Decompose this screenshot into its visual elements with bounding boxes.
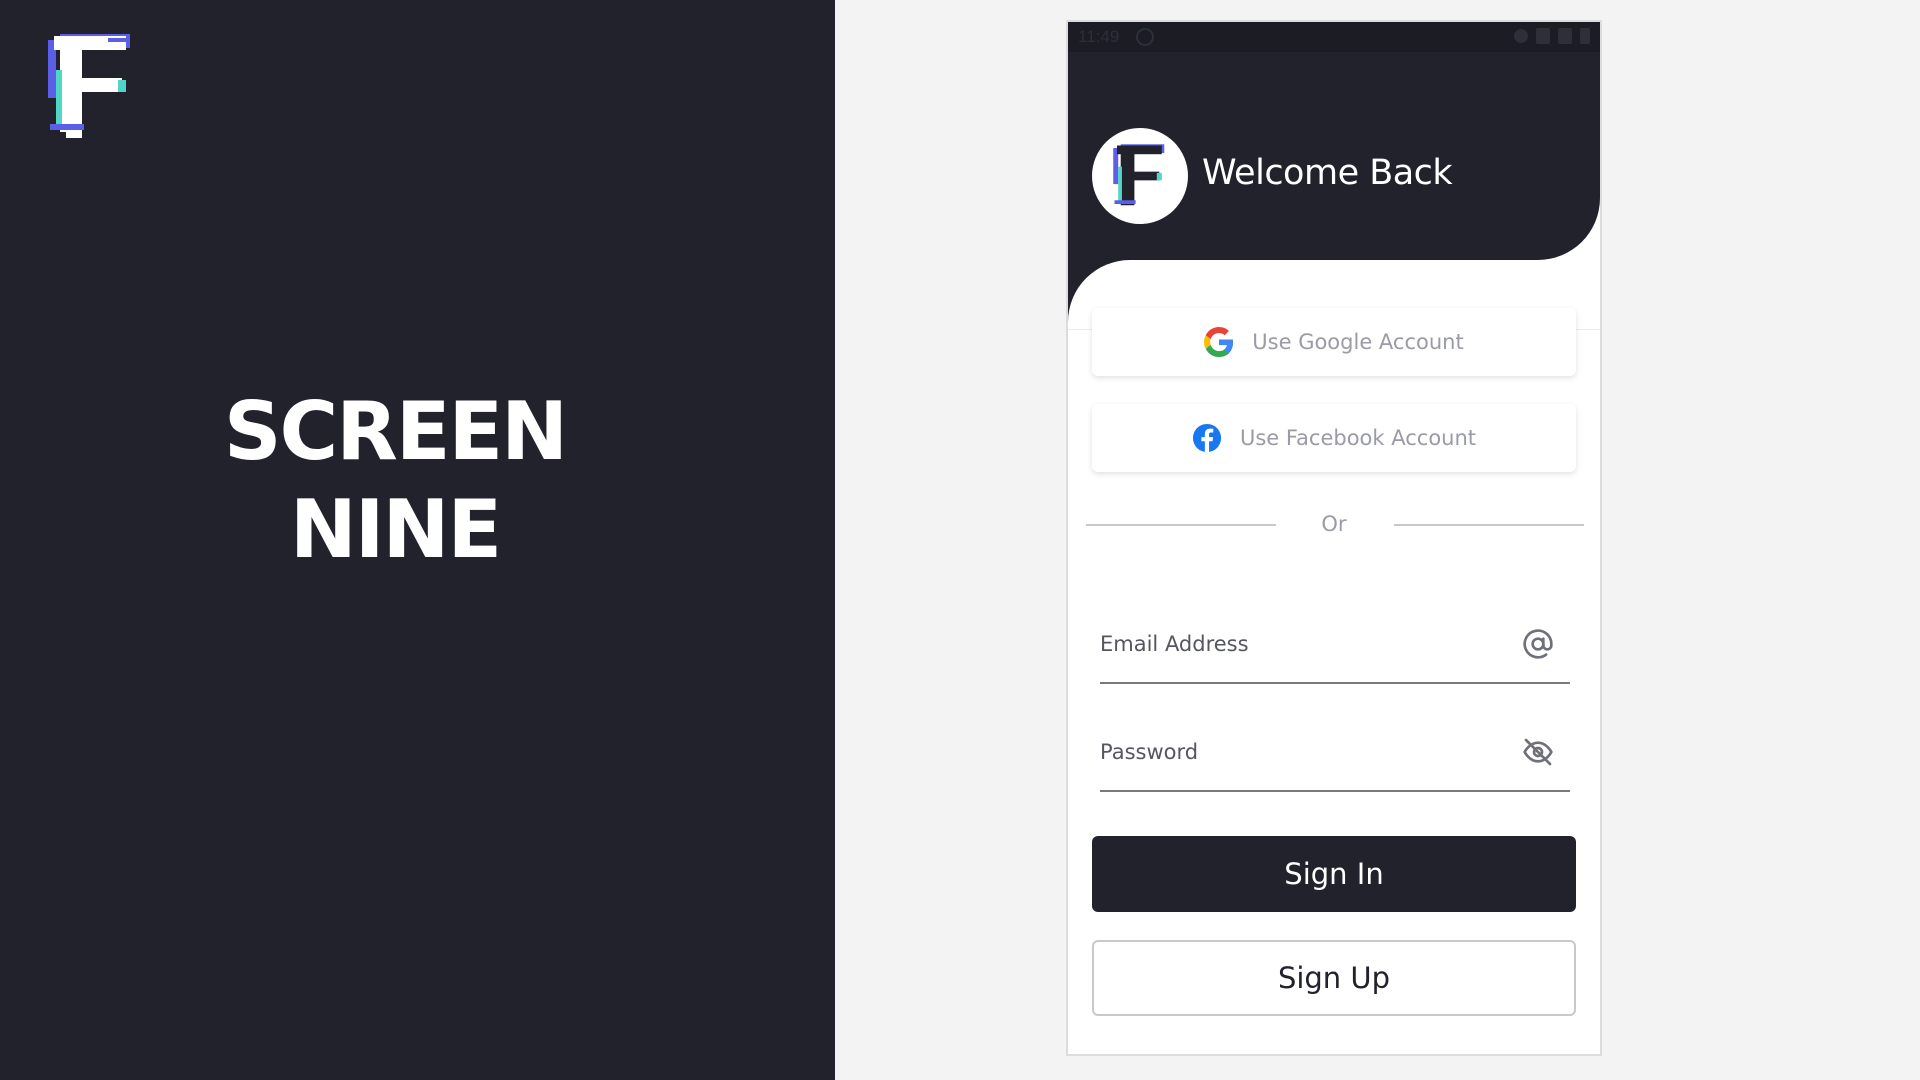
- status-icons: [1514, 28, 1590, 44]
- google-icon: [1204, 327, 1234, 357]
- password-field[interactable]: Password: [1100, 722, 1570, 792]
- welcome-header: Welcome Back: [1068, 52, 1600, 260]
- facebook-signin-label: Use Facebook Account: [1239, 426, 1477, 450]
- google-signin-button[interactable]: Use Google Account: [1092, 308, 1576, 376]
- at-icon: [1523, 629, 1553, 659]
- brand-f-logo-icon: [1113, 144, 1165, 206]
- brand-f-logo-icon: [48, 34, 130, 138]
- facebook-icon: [1192, 423, 1222, 453]
- status-bar: 11:49: [1068, 22, 1600, 52]
- sign-in-button[interactable]: Sign In: [1092, 836, 1576, 912]
- welcome-title: Welcome Back: [1202, 153, 1453, 193]
- battery-icon: [1580, 28, 1590, 44]
- screen-title-line1: SCREEN: [223, 385, 568, 478]
- email-placeholder: Email Address: [1100, 632, 1249, 656]
- divider-line-right: [1394, 524, 1584, 526]
- screen-title-line2: NINE: [289, 483, 502, 576]
- signal-icon: [1558, 28, 1572, 44]
- status-time: 11:49: [1078, 27, 1120, 46]
- facebook-signin-button[interactable]: Use Facebook Account: [1092, 404, 1576, 472]
- password-placeholder: Password: [1100, 740, 1199, 764]
- left-panel: SCREEN NINE: [0, 0, 835, 1080]
- phone-frame: 11:49 Welcome Back Use Google Account Us…: [1066, 20, 1602, 1056]
- email-field[interactable]: Email Address: [1100, 614, 1570, 684]
- eye-off-icon[interactable]: [1522, 736, 1554, 768]
- avatar: [1092, 128, 1188, 224]
- google-signin-label: Use Google Account: [1252, 330, 1464, 354]
- dnd-icon: [1514, 29, 1528, 43]
- sync-icon: [1136, 28, 1154, 46]
- wifi-icon: [1536, 28, 1550, 44]
- screen-title: SCREEN NINE: [0, 383, 790, 579]
- sign-up-button[interactable]: Sign Up: [1092, 940, 1576, 1016]
